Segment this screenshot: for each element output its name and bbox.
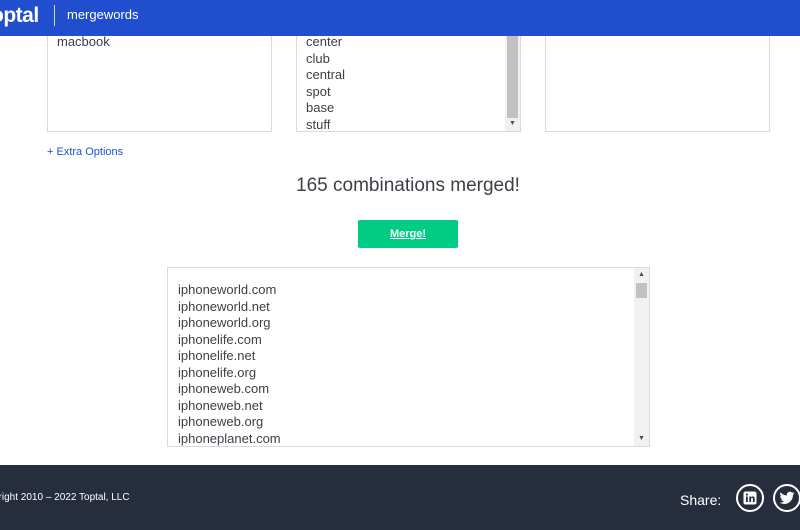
share-label: Share:: [680, 492, 722, 508]
list-item: base: [306, 100, 335, 115]
top-header: optal mergewords: [0, 0, 800, 36]
result-item: iphonelife.org: [178, 364, 257, 380]
results-scrollbar[interactable]: ▲ ▼: [634, 268, 649, 446]
scroll-up-arrow-icon[interactable]: ▲: [634, 268, 649, 282]
linkedin-icon[interactable]: [736, 484, 764, 512]
word-list-2-scrollbar[interactable]: ▼: [505, 36, 520, 131]
toptal-logo[interactable]: optal: [0, 3, 39, 29]
list-item: macbook: [57, 34, 110, 49]
copyright-text: pyright 2010 – 2022 Toptal, LLC: [0, 492, 130, 503]
list-item: center: [306, 34, 343, 49]
word-list-3-textarea[interactable]: [545, 36, 770, 132]
result-item: iphoneworld.com: [178, 282, 277, 297]
merge-button[interactable]: Merge!: [358, 220, 458, 248]
result-item: iphoneweb.org: [178, 414, 264, 429]
combinations-summary: 165 combinations merged!: [296, 175, 520, 196]
header-divider: [54, 5, 55, 26]
result-item: iphoneweb.net: [178, 397, 263, 413]
scrollbar-thumb[interactable]: [507, 36, 518, 118]
result-item: iphoneweb.com: [178, 381, 270, 396]
page-footer: pyright 2010 – 2022 Toptal, LLC Share:: [0, 465, 800, 530]
list-item: stuff: [306, 116, 331, 132]
scrollbar-thumb[interactable]: [636, 283, 647, 298]
list-item: central: [306, 67, 346, 82]
word-list-1-textarea[interactable]: macbook: [47, 34, 272, 132]
tool-title[interactable]: mergewords: [67, 8, 139, 22]
result-item: iphonelife.com: [178, 331, 262, 347]
scroll-down-arrow-icon[interactable]: ▼: [634, 432, 649, 446]
extra-options-link[interactable]: + Extra Options: [47, 145, 123, 159]
list-item: spot: [306, 83, 331, 99]
result-item: iphoneworld.net: [178, 298, 270, 314]
result-item: iphoneworld.org: [178, 315, 271, 330]
list-item: club: [306, 50, 330, 66]
result-item: iphonelife.net: [178, 348, 256, 363]
merged-results-textarea[interactable]: iphoneworld.com iphoneworld.net iphonewo…: [167, 267, 650, 447]
scroll-down-arrow-icon[interactable]: ▼: [505, 117, 520, 131]
twitter-icon[interactable]: [773, 484, 800, 512]
word-list-2-textarea[interactable]: center club central spot base stuff ▼: [296, 34, 521, 132]
result-item: iphoneplanet.com: [178, 430, 281, 446]
